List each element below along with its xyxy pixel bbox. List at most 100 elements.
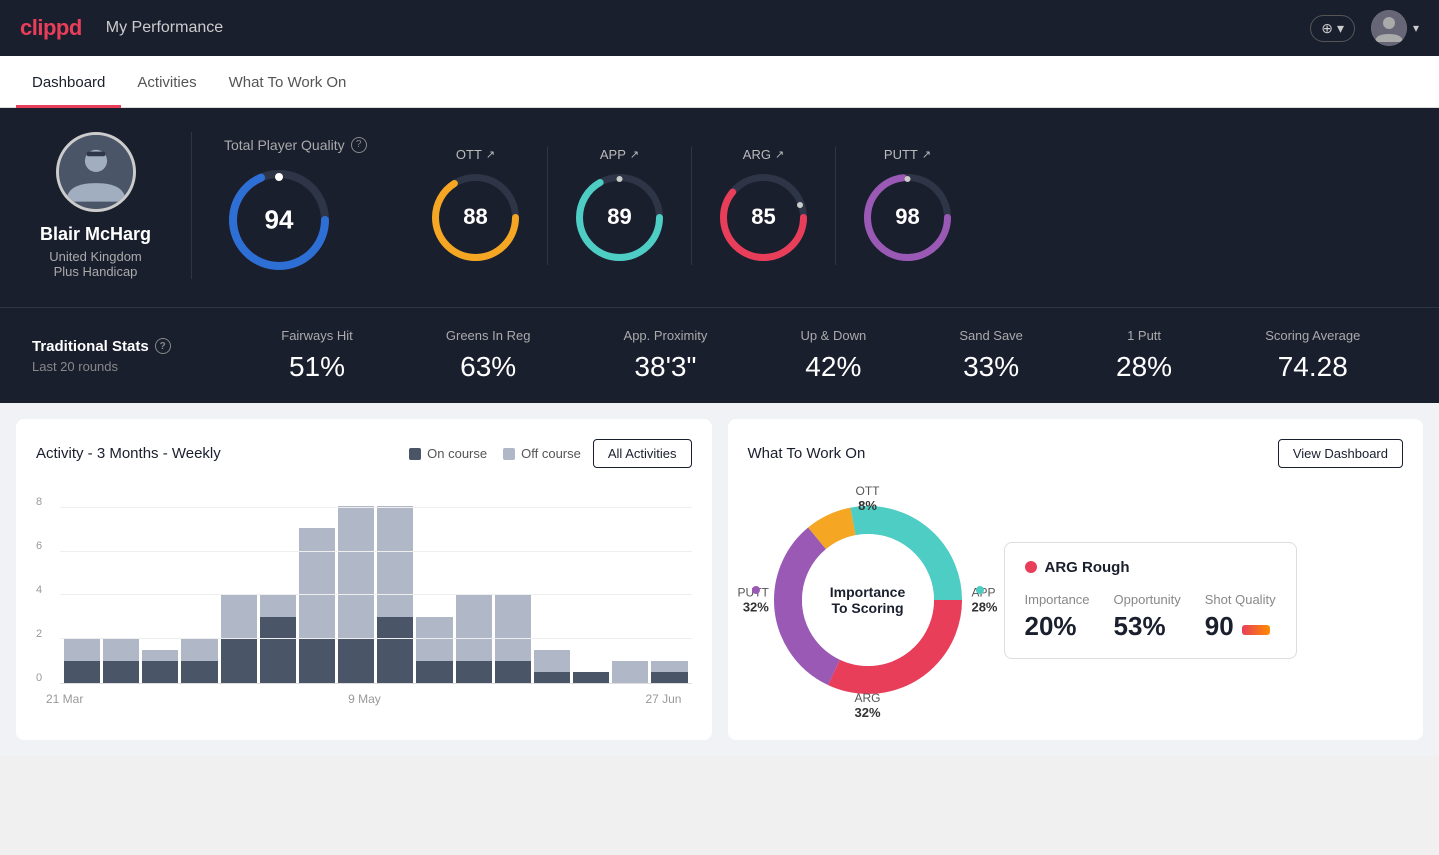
app-value: 89 (607, 204, 631, 230)
putt-value: 98 (895, 204, 919, 230)
donut-chart: Importance To Scoring OTT 8% APP 28% ARG… (748, 480, 988, 720)
bar-off (416, 617, 452, 661)
bar-on (416, 661, 452, 683)
overall-value: 94 (265, 204, 294, 235)
tabs-nav: Dashboard Activities What To Work On (0, 56, 1439, 108)
bar-on (534, 672, 570, 683)
trad-stat-scoring: Scoring Average 74.28 (1265, 328, 1360, 383)
avatar-area[interactable]: ▾ (1371, 10, 1419, 46)
logo: clippd (20, 15, 82, 41)
detail-metric-opportunity: Opportunity 53% (1114, 592, 1181, 642)
bar-group-3 (181, 484, 217, 683)
bar-group-4 (221, 484, 257, 683)
arg-arrow: ↗ (775, 148, 784, 161)
bar-group-13 (573, 484, 609, 683)
x-label-mar: 21 Mar (46, 692, 83, 706)
add-button[interactable]: ⊕ ▾ (1310, 15, 1355, 42)
ott-arrow: ↗ (486, 148, 495, 161)
tab-activities[interactable]: Activities (121, 56, 212, 108)
y-label-0: 0 (36, 672, 42, 684)
arg-value: 85 (751, 204, 775, 230)
player-info: Blair McHarg United Kingdom Plus Handica… (32, 132, 192, 279)
bar-on (103, 661, 139, 683)
putt-arrow: ↗ (922, 148, 931, 161)
app-arrow: ↗ (630, 148, 639, 161)
activity-card: Activity - 3 Months - Weekly On course O… (16, 419, 712, 740)
trad-stat-proximity: App. Proximity 38'3" (624, 328, 708, 383)
bar-group-11 (495, 484, 531, 683)
chart-x-labels: 21 Mar 9 May 27 Jun (36, 692, 692, 706)
add-dropdown-icon: ▾ (1337, 20, 1344, 37)
donut-center-line1: Importance (830, 584, 905, 600)
app-label: APP ↗ (600, 147, 639, 162)
bar-off (377, 506, 413, 617)
bar-on (299, 639, 335, 683)
what-to-work-on-card: What To Work On View Dashboard (728, 419, 1424, 740)
bar-off (612, 661, 648, 683)
bar-on (651, 672, 687, 683)
user-avatar (1371, 10, 1407, 46)
detail-metric-shotquality: Shot Quality 90 (1205, 592, 1276, 642)
putt-label: PUTT ↗ (884, 147, 931, 162)
donut-label-arg: ARG 32% (854, 691, 880, 720)
bar-group-6 (299, 484, 335, 683)
arg-label: ARG ↗ (743, 147, 784, 162)
app-dot (976, 586, 984, 594)
bar-off (456, 595, 492, 661)
bar-group-8 (377, 484, 413, 683)
detail-card: ARG Rough Importance 20% Opportunity 53%… (1004, 542, 1297, 659)
donut-label-ott: OTT 8% (856, 484, 880, 513)
bar-group-12 (534, 484, 570, 683)
y-label-8: 8 (36, 496, 42, 508)
bar-on (495, 661, 531, 683)
detail-metrics: Importance 20% Opportunity 53% Shot Qual… (1025, 592, 1276, 642)
putt-gauge-item: PUTT ↗ 98 (836, 147, 979, 265)
bar-group-15 (651, 484, 687, 683)
player-name: Blair McHarg (40, 224, 151, 245)
off-course-dot (503, 448, 515, 460)
bar-on (377, 617, 413, 683)
arg-gauge: 85 (716, 170, 811, 265)
detail-dot (1025, 561, 1037, 573)
app-gauge: 89 (572, 170, 667, 265)
tab-what-to-work-on[interactable]: What To Work On (213, 56, 363, 108)
bar-on (64, 661, 100, 683)
quality-section: Total Player Quality ? 94 OTT ↗ (192, 137, 1407, 275)
bar-off (534, 650, 570, 672)
chart-area: 0 2 4 6 8 (36, 484, 692, 704)
activity-title: Activity - 3 Months - Weekly (36, 445, 409, 462)
bar-on (573, 672, 609, 683)
bar-group-0 (64, 484, 100, 683)
y-label-6: 6 (36, 540, 42, 552)
trad-stats-info-icon[interactable]: ? (155, 338, 171, 354)
quality-main: Total Player Quality ? 94 (224, 137, 404, 275)
bar-off (221, 595, 257, 639)
bar-off (181, 639, 217, 661)
header-title: My Performance (106, 19, 223, 37)
activity-legend: On course Off course (409, 446, 581, 461)
legend-on-course: On course (409, 446, 487, 461)
on-course-dot (409, 448, 421, 460)
bar-off (64, 639, 100, 661)
player-country: United Kingdom (49, 249, 142, 264)
bar-group-7 (338, 484, 374, 683)
ott-label: OTT ↗ (456, 147, 495, 162)
stats-banner: Blair McHarg United Kingdom Plus Handica… (0, 108, 1439, 307)
tab-dashboard[interactable]: Dashboard (16, 56, 121, 108)
view-dashboard-button[interactable]: View Dashboard (1278, 439, 1403, 468)
bar-group-9 (416, 484, 452, 683)
bottom-row: Activity - 3 Months - Weekly On course O… (0, 403, 1439, 756)
putt-gauge: 98 (860, 170, 955, 265)
app-gauge-item: APP ↗ 89 (548, 147, 692, 265)
trad-stat-updown: Up & Down 42% (800, 328, 866, 383)
wtwo-title: What To Work On (748, 445, 1278, 462)
quality-info-icon[interactable]: ? (351, 137, 367, 153)
quality-label: Total Player Quality ? (224, 137, 367, 153)
gauge-container: OTT ↗ 88 APP ↗ (404, 147, 979, 265)
detail-metric-importance: Importance 20% (1025, 592, 1090, 642)
x-label-jun: 27 Jun (645, 692, 681, 706)
donut-center-line2: To Scoring (830, 600, 905, 616)
bar-off (338, 506, 374, 639)
all-activities-button[interactable]: All Activities (593, 439, 692, 468)
trad-stat-1putt: 1 Putt 28% (1116, 328, 1172, 383)
